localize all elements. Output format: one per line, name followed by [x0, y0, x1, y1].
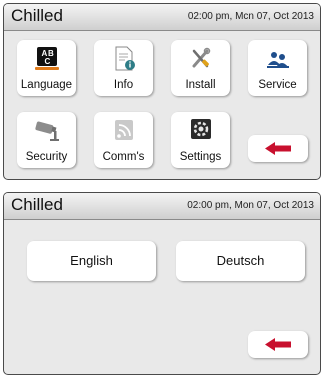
- language-screen: Chilled 02:00 pm, Mon 07, Oct 2013 Engli…: [3, 192, 321, 375]
- language-label: Language: [20, 79, 73, 91]
- settings-label: Settings: [179, 151, 222, 163]
- svg-text:C: C: [44, 57, 50, 66]
- security-camera-icon: [34, 121, 59, 141]
- security-label: Security: [25, 151, 68, 163]
- back-button[interactable]: [248, 331, 308, 358]
- service-button[interactable]: Service: [248, 40, 307, 96]
- install-button[interactable]: Install: [171, 40, 230, 96]
- menu-screen: Chilled 02:00 pm, Mcn 07, Oct 2013 A B C…: [3, 3, 321, 180]
- title-bar: Chilled 02:00 pm, Mon 07, Oct 2013: [4, 193, 320, 220]
- app-title: Chilled: [11, 195, 63, 214]
- language-icon: A B C: [34, 47, 59, 70]
- comms-label: Comm's: [102, 151, 145, 163]
- title-bar: Chilled 02:00 pm, Mcn 07, Oct 2013: [4, 4, 320, 31]
- comms-button[interactable]: Comm's: [94, 112, 153, 168]
- security-button[interactable]: Security: [17, 112, 76, 168]
- english-button[interactable]: English: [27, 241, 156, 281]
- service-people-icon: [266, 52, 289, 68]
- info-label: Info: [113, 79, 134, 91]
- language-button[interactable]: A B C Language: [17, 40, 76, 96]
- settings-button[interactable]: Settings: [171, 112, 230, 168]
- app-title: Chilled: [11, 6, 63, 25]
- info-document-icon: [115, 46, 135, 71]
- back-arrow-icon: [265, 338, 291, 351]
- date-time: 02:00 pm, Mon 07, Oct 2013: [187, 200, 314, 211]
- deutsch-button[interactable]: Deutsch: [176, 241, 305, 281]
- date-time: 02:00 pm, Mcn 07, Oct 2013: [187, 11, 314, 22]
- back-arrow-icon: [265, 142, 291, 155]
- install-label: Install: [185, 79, 216, 91]
- settings-gear-icon: [190, 119, 211, 139]
- info-button[interactable]: Info: [94, 40, 153, 96]
- tools-icon: [192, 47, 210, 68]
- comms-signal-icon: [114, 120, 133, 140]
- service-label: Service: [258, 79, 297, 91]
- back-button[interactable]: [248, 135, 308, 162]
